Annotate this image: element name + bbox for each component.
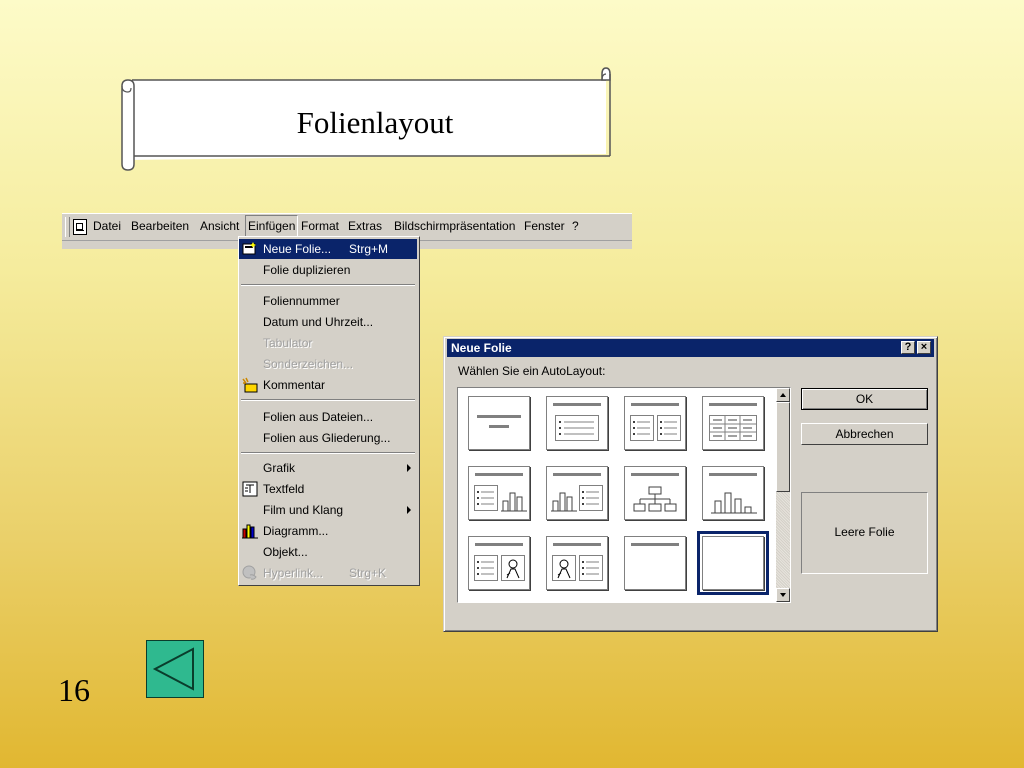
- menu-item-folie-duplizieren[interactable]: Folie duplizieren: [239, 260, 417, 280]
- layout-title-only[interactable]: [624, 536, 686, 590]
- layout-organization-chart[interactable]: [624, 466, 686, 520]
- comment-icon: [242, 377, 258, 393]
- layout-chart-and-text[interactable]: [546, 466, 608, 520]
- menu-item-hyperlink: Hyperlink... Strg+K: [239, 563, 417, 583]
- toolbar-grip[interactable]: [65, 217, 70, 237]
- autolayout-list: [457, 387, 791, 603]
- menu-item-sonderzeichen: Sonderzeichen...: [263, 357, 354, 371]
- help-button[interactable]: ?: [901, 341, 915, 354]
- layout-text-and-chart[interactable]: [468, 466, 530, 520]
- scroll-thumb[interactable]: [776, 402, 790, 492]
- scroll-down-button[interactable]: [776, 588, 790, 602]
- submenu-arrow-icon: [407, 506, 411, 514]
- menu-item-grafik[interactable]: Grafik: [239, 458, 417, 478]
- menu-bildschirmpraesentation[interactable]: Bildschirmpräsentation: [394, 219, 515, 233]
- cancel-button[interactable]: Abbrechen: [801, 423, 928, 445]
- textbox-icon: [242, 481, 258, 497]
- back-button[interactable]: [146, 640, 204, 698]
- menu-item-kommentar[interactable]: Kommentar: [239, 375, 417, 395]
- menu-item-folien-aus-gliederung[interactable]: Folien aus Gliederung...: [239, 428, 417, 448]
- menu-item-diagramm[interactable]: Diagramm...: [239, 521, 417, 541]
- menu-item-foliennummer[interactable]: Foliennummer: [239, 291, 417, 311]
- scroll-up-button[interactable]: [776, 388, 790, 402]
- layout-bulleted-list[interactable]: [546, 396, 608, 450]
- menu-item-folien-aus-dateien[interactable]: Folien aus Dateien...: [239, 407, 417, 427]
- menu-extras[interactable]: Extras: [348, 219, 382, 233]
- slide-number: 16: [58, 672, 90, 708]
- einfuegen-dropdown: Neue Folie... Strg+M Folie duplizieren F…: [238, 236, 420, 586]
- back-arrow-icon: [152, 647, 194, 691]
- document-icon[interactable]: [73, 219, 87, 235]
- hyperlink-icon: [242, 565, 257, 580]
- menu-separator: [241, 452, 415, 454]
- menu-format[interactable]: Format: [301, 219, 339, 233]
- ok-button[interactable]: OK: [801, 388, 928, 410]
- menu-einfuegen[interactable]: Einfügen: [245, 215, 299, 237]
- layout-clipart-and-text[interactable]: [546, 536, 608, 590]
- menu-separator: [241, 399, 415, 401]
- scroll-down-icon: [780, 593, 786, 597]
- dialog-title: Neue Folie: [451, 341, 512, 355]
- layout-scrollbar[interactable]: [776, 388, 790, 602]
- chart-icon: [242, 524, 258, 539]
- menu-bearbeiten[interactable]: Bearbeiten: [131, 219, 189, 233]
- menu-datei[interactable]: Datei: [93, 219, 121, 233]
- autolayout-prompt: Wählen Sie ein AutoLayout:: [458, 364, 606, 378]
- menu-help[interactable]: ?: [572, 219, 579, 233]
- neue-folie-dialog: Neue Folie ? × Wählen Sie ein AutoLayout…: [443, 336, 938, 632]
- menu-item-tabulator: Tabulator: [263, 336, 313, 350]
- dialog-titlebar[interactable]: Neue Folie ? ×: [447, 339, 934, 357]
- layout-blank[interactable]: [697, 531, 769, 595]
- menu-item-neue-folie[interactable]: Neue Folie... Strg+M: [239, 239, 417, 259]
- layout-preview-label: Leere Folie: [801, 492, 928, 574]
- layout-text-and-clipart[interactable]: [468, 536, 530, 590]
- slide-title: Folienlayout: [296, 105, 454, 140]
- scroll-up-icon: [780, 393, 786, 397]
- submenu-arrow-icon: [407, 464, 411, 472]
- layout-chart[interactable]: [702, 466, 764, 520]
- layout-two-column-text[interactable]: [624, 396, 686, 450]
- layout-title-slide[interactable]: [468, 396, 530, 450]
- menu-ansicht[interactable]: Ansicht: [200, 219, 239, 233]
- close-button[interactable]: ×: [917, 341, 931, 354]
- menu-separator: [241, 284, 415, 286]
- menu-item-film-und-klang[interactable]: Film und Klang: [239, 500, 417, 520]
- menu-item-datum-uhrzeit[interactable]: Datum und Uhrzeit...: [239, 312, 417, 332]
- new-slide-icon: [242, 242, 256, 255]
- menu-item-textfeld[interactable]: Textfeld: [239, 479, 417, 499]
- layout-table[interactable]: [702, 396, 764, 450]
- menu-item-objekt[interactable]: Objekt...: [239, 542, 417, 562]
- menu-fenster[interactable]: Fenster: [524, 219, 565, 233]
